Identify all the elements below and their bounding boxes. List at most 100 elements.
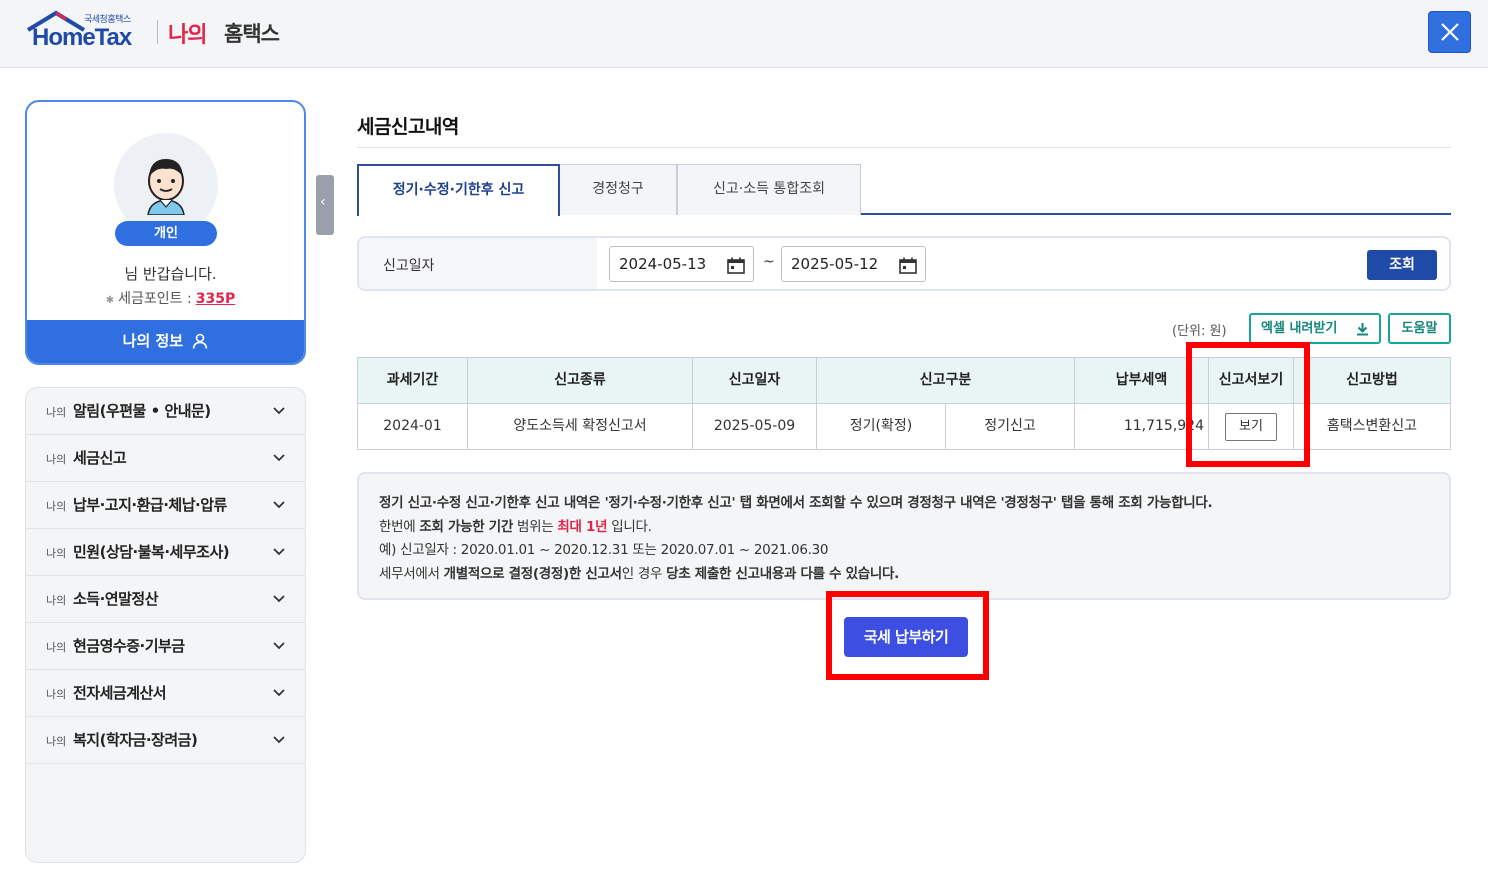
hometax-logo[interactable]: 국세청홈택스 HomeTax [22,8,152,54]
sidebar-item-label: 납부·고지·환급·체납·압류 [73,496,227,514]
notice-line-3: 예) 신고일자 : 2020.01.01 ~ 2020.12.31 또는 202… [379,542,829,558]
menu-prefix: 나의 [46,500,67,513]
points-label: 세금포인트 : [118,291,192,307]
tax-points: ✱ 세금포인트 :335P [27,288,304,308]
logo-main-text: HomeTax [32,24,132,51]
table-row: 2024-01 양도소득세 확정신고서 2025-05-09 정기(확정) 정기… [358,404,1450,449]
excel-download-label: 엑셀 내려받기 [1261,321,1338,336]
bullet-icon: ✱ [105,295,115,306]
cell-filing-date: 2025-05-09 [693,404,817,449]
points-value-link[interactable]: 335P [196,291,235,307]
help-button[interactable]: 도움말 [1388,313,1451,344]
sidebar-item-label: 전자세금계산서 [73,684,167,702]
chevron-down-icon [273,736,285,744]
menu-prefix: 나의 [46,594,67,607]
date-to-value: 2025-05-12 [791,255,879,273]
view-return-button[interactable]: 보기 [1225,413,1277,441]
header-bar: 국세청홈택스 HomeTax 나의 홈택스 [0,0,1488,68]
chevron-down-icon [273,595,285,603]
menu-prefix: 나의 [46,406,67,419]
date-from-value: 2024-05-13 [619,255,707,273]
sidebar-item-label: 알림(우편물 • 안내문) [73,402,211,420]
close-icon [1441,23,1459,41]
calendar-icon[interactable] [899,257,917,274]
search-button[interactable]: 조회 [1367,250,1437,280]
header-divider [157,20,158,44]
header-tax-amount: 납부세액 [1075,358,1209,403]
sidebar-item-label: 소득·연말정산 [73,590,159,608]
cell-tax-period: 2024-01 [358,404,468,449]
close-button[interactable] [1428,11,1471,53]
sidebar-item-income[interactable]: 나의 소득·연말정산 [26,576,305,623]
tab-bar: 정기·수정·기한후 신고 경정청구 신고·소득 통합조회 [357,164,1451,216]
cell-tax-amount: 11,715,924 [1075,404,1209,449]
notice-line-4: 세무서에서 개별적으로 결정(경정)한 신고서인 경우 당초 제출한 신고내용과… [379,565,899,582]
user-avatar-icon [147,159,185,215]
profile-card: 개인 님 반갑습니다. ✱ 세금포인트 :335P 나의 정보 [25,100,306,365]
my-info-label: 나의 정보 [122,332,184,350]
sidebar-collapse-handle[interactable]: ‹ [316,175,334,235]
chevron-left-icon: ‹ [320,194,326,210]
sidebar-item-notices[interactable]: 나의 알림(우편물 • 안내문) [26,388,305,435]
tab-regular-filing[interactable]: 정기·수정·기한후 신고 [357,164,560,216]
sidebar-item-civil-affairs[interactable]: 나의 민원(상담·불복·세무조사) [26,529,305,576]
menu-prefix: 나의 [46,641,67,654]
hometax-label: 홈택스 [224,22,280,46]
header-view-return: 신고서보기 [1209,358,1294,403]
chevron-down-icon [273,548,285,556]
menu-prefix: 나의 [46,547,67,560]
chevron-down-icon [273,689,285,697]
cell-category-a: 정기(확정) [817,404,946,449]
filing-history-table: 과세기간 신고종류 신고일자 신고구분 납부세액 신고서보기 신고방법 2024… [357,357,1451,450]
header-filing-category: 신고구분 [817,358,1075,403]
notice-line-2: 한번에 조회 가능한 기간 범위는 최대 1년 입니다. [379,518,652,535]
menu-prefix: 나의 [46,735,67,748]
sidebar-item-payment[interactable]: 나의 납부·고지·환급·체납·압류 [26,482,305,529]
download-icon [1357,323,1368,336]
cell-filing-method: 홈택스변환신고 [1326,418,1418,434]
tab-integrated-inquiry[interactable]: 신고·소득 통합조회 [677,164,861,215]
sidebar-item-tax-filing[interactable]: 나의 세금신고 [26,435,305,482]
page-title: 세금신고내역 [357,116,459,138]
calendar-icon[interactable] [727,257,745,274]
header-filing-method: 신고방법 [1346,372,1398,388]
chevron-down-icon [273,407,285,415]
chevron-down-icon [273,501,285,509]
my-label: 나의 [168,23,207,48]
header-filing-type: 신고종류 [468,358,693,403]
notice-box: 정기 신고·수정 신고·기한후 신고 내역은 '정기·수정·기한후 신고' 탭 … [357,472,1451,600]
sidebar-item-label: 민원(상담·불복·세무조사) [73,543,230,561]
unit-label: (단위: 원) [1172,324,1227,339]
date-to-input[interactable]: 2025-05-12 [781,246,926,282]
sidebar-item-cash-receipt[interactable]: 나의 현금영수증·기부금 [26,623,305,670]
my-info-button[interactable]: 나의 정보 [27,320,304,363]
greeting-text: 님 반갑습니다. [124,265,217,283]
cell-category-b: 정기신고 [946,404,1075,449]
sidebar-item-welfare[interactable]: 나의 복지(학자금·장려금) [26,717,305,764]
menu-prefix: 나의 [46,453,67,466]
header-filing-date: 신고일자 [693,358,817,403]
title-divider [357,147,1451,148]
filing-date-label: 신고일자 [383,258,435,274]
date-from-input[interactable]: 2024-05-13 [609,246,754,282]
search-panel: 신고일자 2024-05-13 ~ 2025-05-12 조회 [357,236,1451,291]
sidebar-item-e-invoice[interactable]: 나의 전자세금계산서 [26,670,305,717]
national-tax-pay-button[interactable]: 국세 납부하기 [844,617,968,657]
header-tax-period: 과세기간 [358,358,468,403]
chevron-down-icon [273,642,285,650]
personal-badge: 개인 [115,221,217,246]
person-icon [193,333,208,349]
tab-correction-claim[interactable]: 경정청구 [559,164,677,215]
sidebar-item-label: 복지(학자금·장려금) [73,731,198,749]
table-header-row: 과세기간 신고종류 신고일자 신고구분 납부세액 신고서보기 신고방법 [358,358,1450,404]
cell-view-return: 보기 [1209,404,1294,449]
cell-filing-type: 양도소득세 확정신고서 [468,404,693,449]
sidebar-item-label: 현금영수증·기부금 [73,637,185,655]
excel-download-button[interactable]: 엑셀 내려받기 [1249,313,1381,344]
sidebar-item-label: 세금신고 [73,449,127,467]
chevron-down-icon [273,454,285,462]
sidebar-menu: 나의 알림(우편물 • 안내문) 나의 세금신고 나의 납부·고지·환급·체납·… [25,387,306,863]
notice-line-1: 정기 신고·수정 신고·기한후 신고 내역은 '정기·수정·기한후 신고' 탭 … [379,495,1213,511]
menu-prefix: 나의 [46,688,67,701]
date-range-separator: ~ [763,254,775,270]
